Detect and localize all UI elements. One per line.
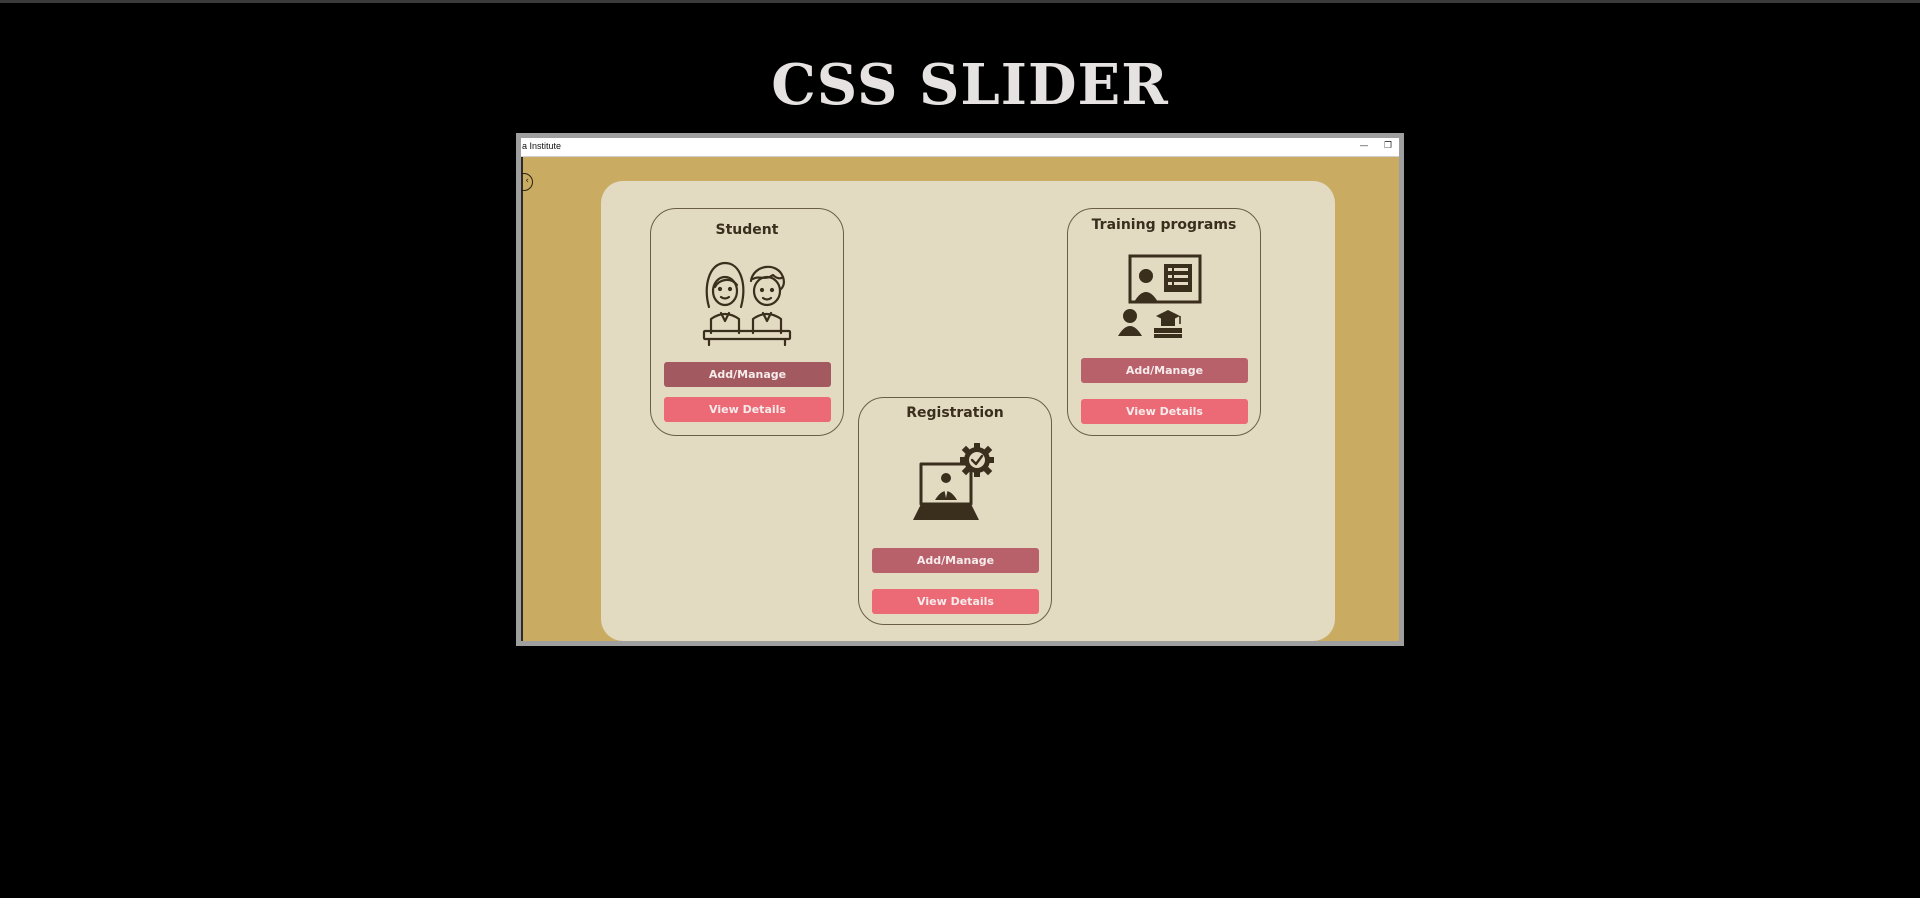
window-titlebar: a Institute — ❐ <box>521 138 1399 157</box>
registration-view-details-button[interactable]: View Details <box>872 589 1039 614</box>
classroom-icon <box>1118 254 1202 338</box>
back-button[interactable]: ‹ <box>521 173 533 191</box>
registration-add-manage-button[interactable]: Add/Manage <box>872 548 1039 573</box>
top-border <box>0 0 1920 3</box>
student-view-details-button[interactable]: View Details <box>664 397 831 422</box>
students-icon <box>702 261 792 347</box>
dashboard-panel: Student Add/Manage View Details Registra… <box>601 181 1335 641</box>
training-add-manage-button[interactable]: Add/Manage <box>1081 358 1248 383</box>
laptop-registration-icon <box>913 443 994 520</box>
window-title: a Institute <box>522 141 562 151</box>
training-view-details-button[interactable]: View Details <box>1081 399 1248 424</box>
student-card: Student Add/Manage View Details <box>650 208 844 436</box>
registration-card: Registration Add/Manage View Details <box>858 397 1052 625</box>
student-add-manage-button[interactable]: Add/Manage <box>664 362 831 387</box>
card-title: Registration <box>906 405 1004 421</box>
training-programs-card: Training programs Add/Manage View Detail… <box>1067 208 1261 436</box>
page-heading: CSS SLIDER <box>771 52 1169 118</box>
minimize-button[interactable]: — <box>1353 138 1375 156</box>
maximize-button[interactable]: ❐ <box>1377 138 1399 156</box>
card-title: Training programs <box>1091 217 1237 233</box>
app-window: a Institute — ❐ ‹ Student Add/Manage Vie… <box>521 138 1399 641</box>
card-title: Student <box>715 222 779 238</box>
window-edge <box>521 157 523 641</box>
